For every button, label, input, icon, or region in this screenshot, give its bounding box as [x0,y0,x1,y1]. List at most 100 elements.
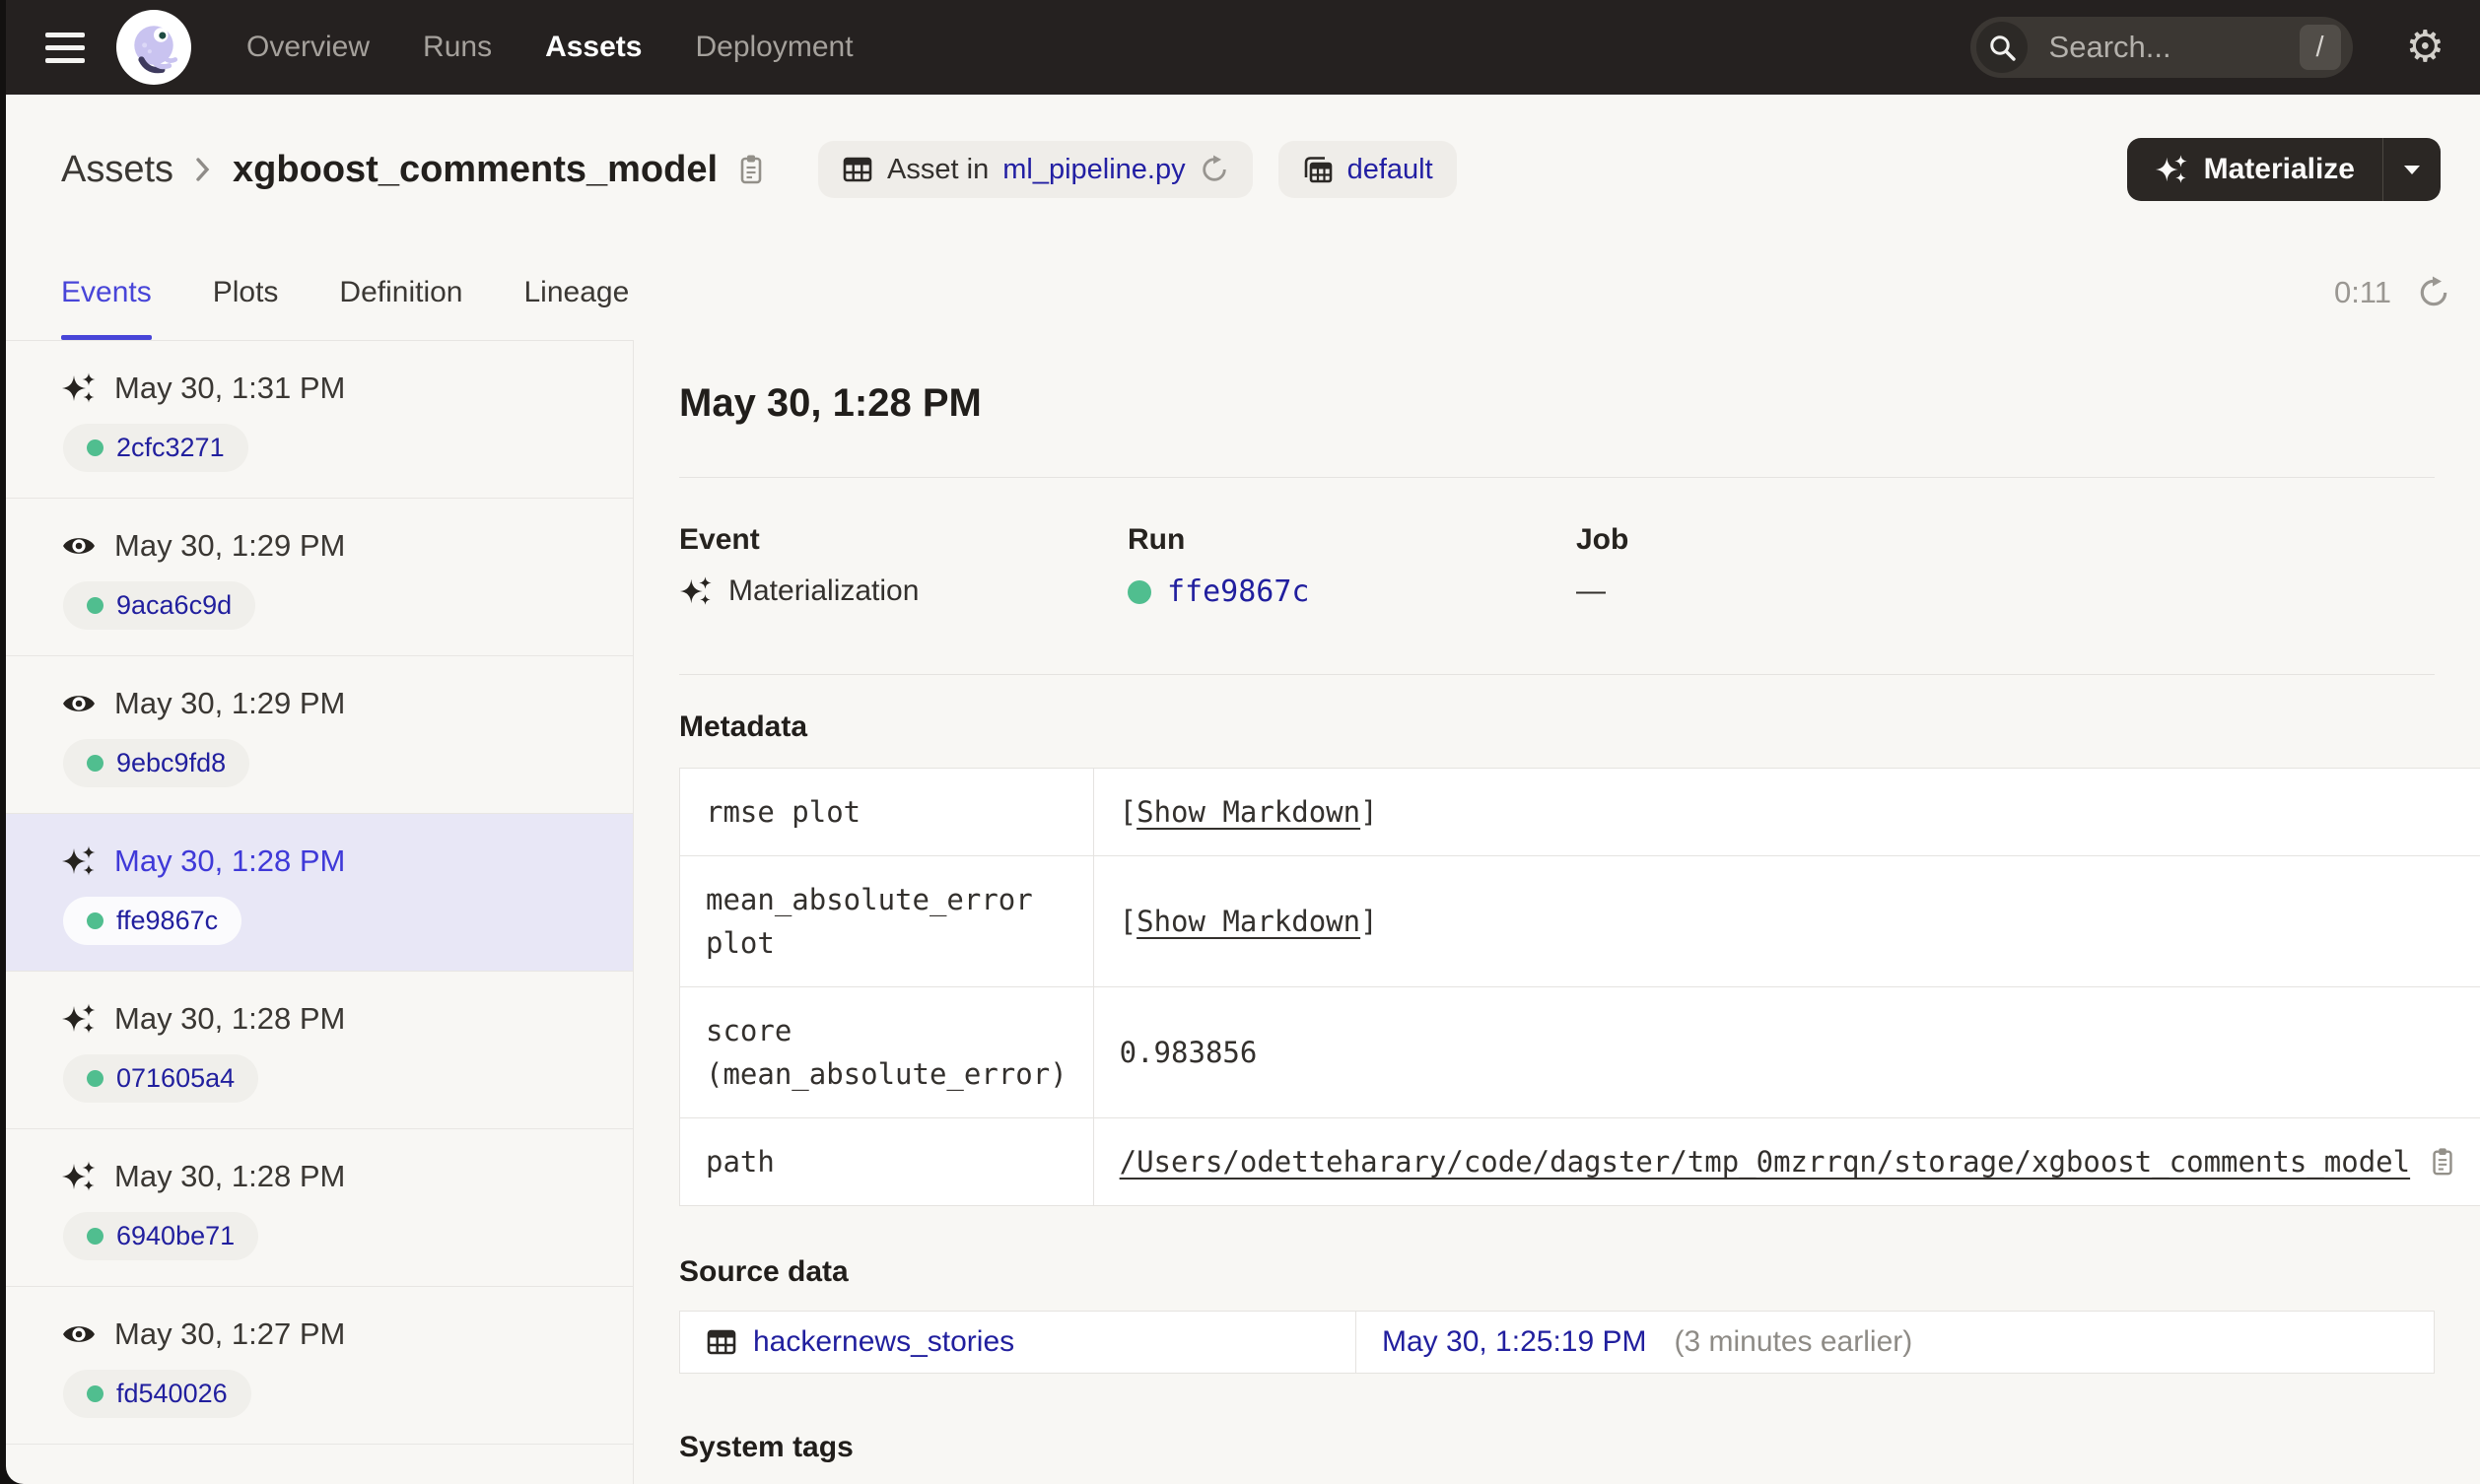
run-badge[interactable]: 9aca6c9d [63,581,256,630]
nav-item-assets[interactable]: Assets [545,31,642,64]
nav-item-runs[interactable]: Runs [423,31,492,64]
tab-lineage[interactable]: Lineage [524,244,630,340]
asset-pill-prefix: Asset in [887,153,990,185]
event-list-item-selected[interactable]: May 30, 1:28 PM ffe9867c [6,814,633,972]
run-badge[interactable]: 071605a4 [63,1054,259,1103]
run-column-label: Run [1128,523,1186,556]
metadata-row: rmse plot [Show Markdown] [679,768,2480,856]
source-time-note: (3 minutes earlier) [1674,1325,1913,1358]
materialization-sparkle-icon [62,1003,96,1034]
event-time: May 30, 1:27 PM [114,1316,346,1351]
nav-item-deployment[interactable]: Deployment [695,31,853,64]
event-list-item[interactable]: May 30, 1:28 PM 071605a4 [6,972,633,1129]
job-value: — [1576,574,1606,607]
event-list-item[interactable]: May 30, 1:31 PM 2cfc3271 [6,341,633,499]
event-time: May 30, 1:31 PM [114,371,346,405]
dagster-logo[interactable] [116,10,191,85]
materialize-dropdown-button[interactable] [2383,138,2441,201]
asset-group-pill[interactable]: default [1277,141,1457,198]
run-badge[interactable]: 6940be71 [63,1212,259,1260]
metadata-row: path /Users/odetteharary/code/dagster/tm… [679,1117,2480,1206]
run-badge[interactable]: 2cfc3271 [63,424,248,472]
copy-path-icon[interactable] [2428,1146,2457,1178]
run-status-dot [87,1228,103,1245]
nav-item-overview[interactable]: Overview [246,31,370,64]
code-location-pill[interactable]: Asset in ml_pipeline.py [818,141,1253,198]
tab-events[interactable]: Events [61,244,152,340]
table-grid-icon [707,1329,736,1355]
metadata-key: mean_absolute_error plot [679,855,1094,987]
asset-group-link[interactable]: default [1347,154,1433,186]
run-badge[interactable]: 9ebc9fd8 [63,739,250,787]
metadata-heading: Metadata [679,710,808,743]
bracket: ] [1360,795,1378,829]
search-shortcut-badge: / [2299,25,2341,70]
metadata-key: path [679,1117,1094,1206]
run-id-link[interactable]: 2cfc3271 [116,433,225,463]
search-input[interactable]: Search... / [1969,17,2353,78]
observation-eye-icon [63,538,95,554]
copy-asset-name-icon[interactable] [735,153,767,186]
refresh-icon[interactable] [2417,275,2450,309]
hamburger-menu-icon[interactable] [45,32,85,63]
search-icon [1975,22,2028,73]
materialize-button-group: Materialize [2126,138,2441,201]
metadata-table: rmse plot [Show Markdown] mean_absolute_… [679,768,2480,1206]
metadata-row: score (mean_absolute_error) 0.983856 [679,986,2480,1118]
event-time: May 30, 1:29 PM [114,528,346,563]
run-id-link[interactable]: ffe9867c [116,906,218,936]
tab-bar: Events Plots Definition Lineage 0:11 [6,244,2480,340]
source-materialization-time-link[interactable]: May 30, 1:25:19 PM [1382,1325,1646,1359]
event-time: May 30, 1:28 PM [114,1001,346,1036]
asset-name: xgboost_comments_model [233,148,719,190]
run-status-dot [87,1070,103,1087]
materialization-sparkle-icon [62,845,96,876]
run-status-dot [87,439,103,456]
run-badge[interactable]: fd540026 [63,1370,251,1418]
system-tags-heading: System tags [679,1431,854,1463]
event-list-item[interactable]: May 30, 1:27 PM fd540026 [6,1287,633,1445]
show-markdown-link[interactable]: Show Markdown [1137,905,1360,938]
run-id-link[interactable]: 6940be71 [116,1221,235,1251]
tab-definition[interactable]: Definition [339,244,462,340]
source-data-heading: Source data [679,1255,849,1288]
code-file-link[interactable]: ml_pipeline.py [1002,154,1185,186]
path-link[interactable]: /Users/odetteharary/code/dagster/tmp_0mz… [1120,1140,2410,1183]
reload-location-icon[interactable] [1200,155,1229,184]
materialize-button[interactable]: Materialize [2127,138,2382,201]
chevron-right-icon [195,157,211,182]
search-placeholder: Search... [2048,30,2171,64]
event-list-item[interactable]: May 30, 1:29 PM 9ebc9fd8 [6,656,633,814]
gear-icon[interactable]: ⚙ [2406,26,2445,69]
source-asset-link[interactable]: hackernews_stories [753,1325,1014,1359]
breadcrumb-assets-link[interactable]: Assets [61,149,173,191]
run-status-dot [87,755,103,772]
event-list-item[interactable]: May 30, 1:29 PM 9aca6c9d [6,499,633,656]
run-id-link[interactable]: 9aca6c9d [116,590,232,621]
tab-plots[interactable]: Plots [213,244,279,340]
run-id-link[interactable]: ffe9867c [1167,574,1310,609]
show-markdown-link[interactable]: Show Markdown [1137,795,1360,829]
nav-links: Overview Runs Assets Deployment [246,31,854,64]
source-data-row: hackernews_stories May 30, 1:25:19 PM (3… [679,1311,2435,1374]
event-detail-title: May 30, 1:28 PM [679,381,982,425]
event-time: May 30, 1:28 PM [114,1159,346,1193]
run-status-dot [87,912,103,929]
run-id-link[interactable]: 071605a4 [116,1063,235,1094]
metadata-value: 0.983856 [1092,986,2480,1118]
table-grid-icon [842,154,873,185]
octopus-icon [127,21,180,74]
run-id-link[interactable]: fd540026 [116,1379,228,1409]
source-data-table: hackernews_stories May 30, 1:25:19 PM (3… [679,1311,2435,1374]
run-column: Run ffe9867c [1128,523,1576,609]
asset-header: Assets xgboost_comments_model Asset in m… [6,95,2480,244]
run-id-link[interactable]: 9ebc9fd8 [116,748,226,778]
event-time: May 30, 1:28 PM [114,843,346,878]
metadata-key: rmse plot [679,768,1094,856]
repo-icon [1302,154,1334,185]
event-detail-pane: May 30, 1:28 PM Event Materialization Ru… [634,340,2480,1484]
run-badge[interactable]: ffe9867c [63,897,242,945]
chevron-down-icon [2404,166,2420,174]
bracket: [ [1119,905,1137,938]
event-list-item[interactable]: May 30, 1:28 PM 6940be71 [6,1129,633,1287]
